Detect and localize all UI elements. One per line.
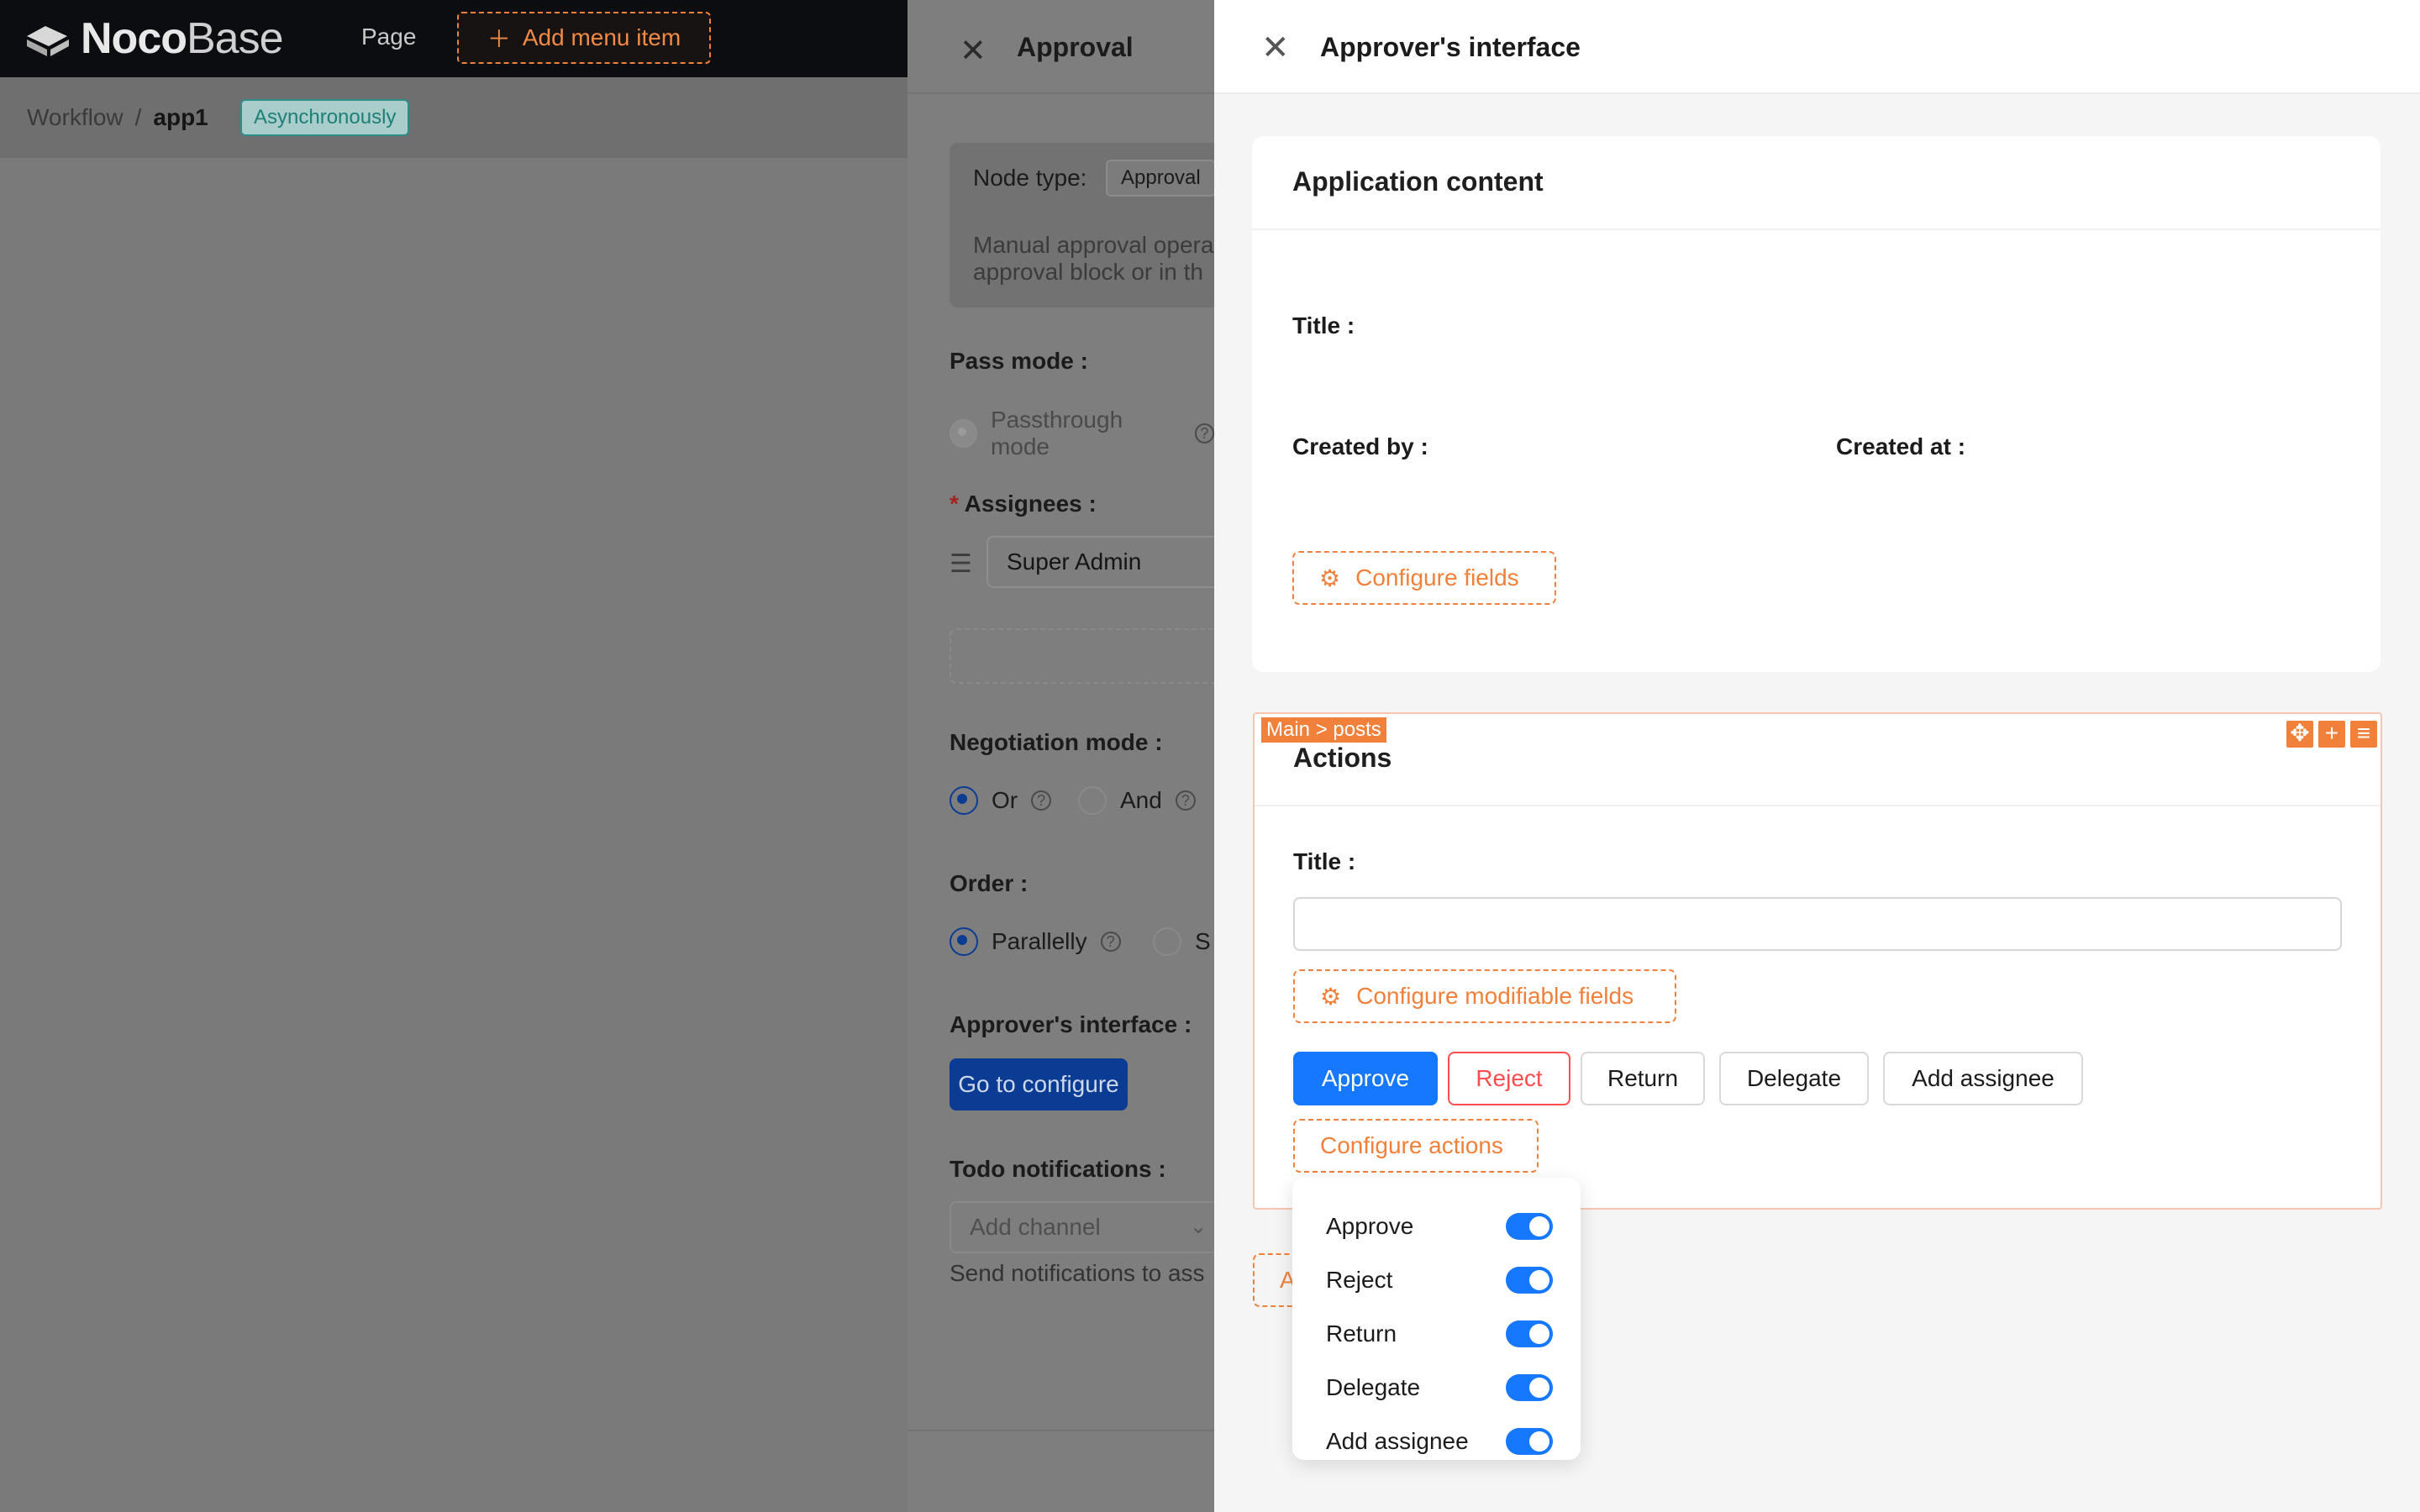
radio-checked-icon — [950, 786, 978, 815]
add-assignee-area[interactable] — [950, 628, 1214, 684]
approval-node-drawer: ✕ Approval Node type: Approval Manual ap… — [908, 0, 1214, 1512]
approve-button[interactable]: Approve — [1293, 1052, 1438, 1105]
help-icon: ? — [1194, 423, 1214, 444]
divider — [1255, 805, 2381, 806]
approval-drawer-title: Approval — [1017, 32, 1134, 62]
help-icon: ? — [1175, 790, 1196, 811]
assignees-label: * Assignees : — [950, 491, 1097, 517]
order-parallelly-option[interactable]: Parallelly ? — [950, 927, 1121, 956]
toggle-switch[interactable] — [1506, 1320, 1553, 1347]
application-content-card: Application content Title : Created by :… — [1252, 136, 2381, 672]
field-title-label: Title : — [1292, 312, 1355, 339]
logo-mark-icon — [27, 26, 69, 56]
radio-icon — [950, 419, 977, 448]
negotiation-or-option[interactable]: Or ? — [950, 786, 1052, 815]
add-assignee-button[interactable]: Add assignee — [1883, 1052, 2083, 1105]
breadcrumb-current: app1 — [153, 104, 208, 130]
add-block-icon[interactable]: + — [2318, 721, 2345, 748]
card-title: Application content — [1292, 166, 1544, 197]
menu-item-approve[interactable]: Approve — [1326, 1210, 1553, 1243]
go-to-configure-button[interactable]: Go to configure — [950, 1058, 1128, 1110]
return-button[interactable]: Return — [1581, 1052, 1705, 1105]
configure-actions-button[interactable]: Configure actions — [1293, 1119, 1539, 1173]
radio-checked-icon — [950, 927, 978, 956]
divider — [1252, 228, 2381, 230]
todo-notifications-label: Todo notifications : — [950, 1156, 1166, 1182]
assignee-select[interactable]: Super Admin — [986, 536, 1214, 588]
close-icon[interactable]: ✕ — [960, 32, 986, 70]
block-settings-menu-icon[interactable]: ≡ — [2350, 721, 2377, 748]
menu-item-delegate[interactable]: Delegate — [1326, 1371, 1553, 1404]
toggle-switch[interactable] — [1506, 1267, 1553, 1294]
node-type-label: Node type: — [973, 165, 1087, 191]
menu-item-return[interactable]: Return — [1326, 1317, 1553, 1351]
configure-fields-button[interactable]: ⚙ Configure fields — [1292, 551, 1556, 605]
pass-mode-option[interactable]: Passthrough mode ? — [950, 407, 1214, 460]
node-type-tag: Approval — [1106, 160, 1214, 197]
configure-modifiable-fields-button[interactable]: ⚙ Configure modifiable fields — [1293, 969, 1676, 1023]
breadcrumb-workflow[interactable]: Workflow — [27, 104, 124, 131]
breadcrumb-separator: / — [134, 104, 142, 130]
add-menu-item-button[interactable]: ＋ Add menu item — [457, 12, 711, 64]
approver-interface-label: Approver's interface : — [950, 1011, 1192, 1037]
radio-icon — [1153, 927, 1181, 956]
drag-move-icon[interactable]: ✥ — [2286, 721, 2313, 748]
pass-mode-label: Pass mode : — [950, 348, 1088, 374]
order-second-option[interactable]: S — [1153, 927, 1211, 956]
menu-item-reject[interactable]: Reject — [1326, 1263, 1553, 1297]
help-icon: ? — [1100, 932, 1121, 952]
title-input[interactable] — [1293, 897, 2342, 951]
negotiation-and-option[interactable]: And ? — [1078, 786, 1196, 815]
menu-item-add-assignee[interactable]: Add assignee — [1326, 1425, 1553, 1458]
field-created-by-label: Created by : — [1292, 433, 1428, 459]
toggle-switch[interactable] — [1506, 1374, 1553, 1401]
drag-handle-icon[interactable]: ☰ — [950, 549, 972, 579]
radio-icon — [1078, 786, 1107, 815]
negotiation-mode-label: Negotiation mode : — [950, 729, 1163, 755]
chevron-down-icon: ⌄ — [1190, 1215, 1207, 1238]
add-menu-item-label: Add menu item — [522, 24, 681, 50]
help-icon: ? — [1031, 790, 1052, 811]
toggle-switch[interactable] — [1506, 1213, 1553, 1240]
nocobase-logo[interactable]: NocoBase — [24, 13, 284, 64]
channel-hint: Send notifications to ass — [950, 1260, 1205, 1286]
node-description: Manual approval opera approval block or … — [973, 232, 1214, 285]
plus-icon: ＋ — [487, 26, 511, 52]
actions-card: Main > posts ✥ + ≡ Actions Title : ⚙ Con… — [1253, 712, 2382, 1210]
block-toolbar: ✥ + ≡ — [2286, 721, 2377, 748]
field-created-at-label: Created at : — [1836, 433, 1966, 459]
delegate-button[interactable]: Delegate — [1719, 1052, 1869, 1105]
close-icon[interactable]: ✕ — [1261, 29, 1290, 67]
channel-select[interactable]: Add channel — [950, 1201, 1214, 1253]
breadcrumb: Workflow / app1 — [27, 104, 208, 131]
reject-button[interactable]: Reject — [1448, 1052, 1570, 1105]
logo-text: NocoBase — [81, 14, 284, 63]
card-title: Actions — [1293, 743, 1392, 773]
configure-actions-dropdown: Approve Reject Return Delegate Add assig… — [1292, 1178, 1581, 1460]
drawer-title: Approver's interface — [1320, 32, 1581, 62]
order-label: Order : — [950, 870, 1028, 896]
nav-item-page[interactable]: Page — [361, 24, 416, 50]
toggle-switch[interactable] — [1506, 1428, 1553, 1455]
gear-icon: ⚙ — [1320, 983, 1342, 1010]
block-designer-tag: Main > posts — [1261, 717, 1386, 743]
drawer-footer-divider — [908, 1430, 1214, 1431]
gear-icon: ⚙ — [1319, 564, 1341, 591]
status-badge: Asynchronously — [240, 99, 410, 136]
field-title-label: Title : — [1293, 848, 1356, 874]
